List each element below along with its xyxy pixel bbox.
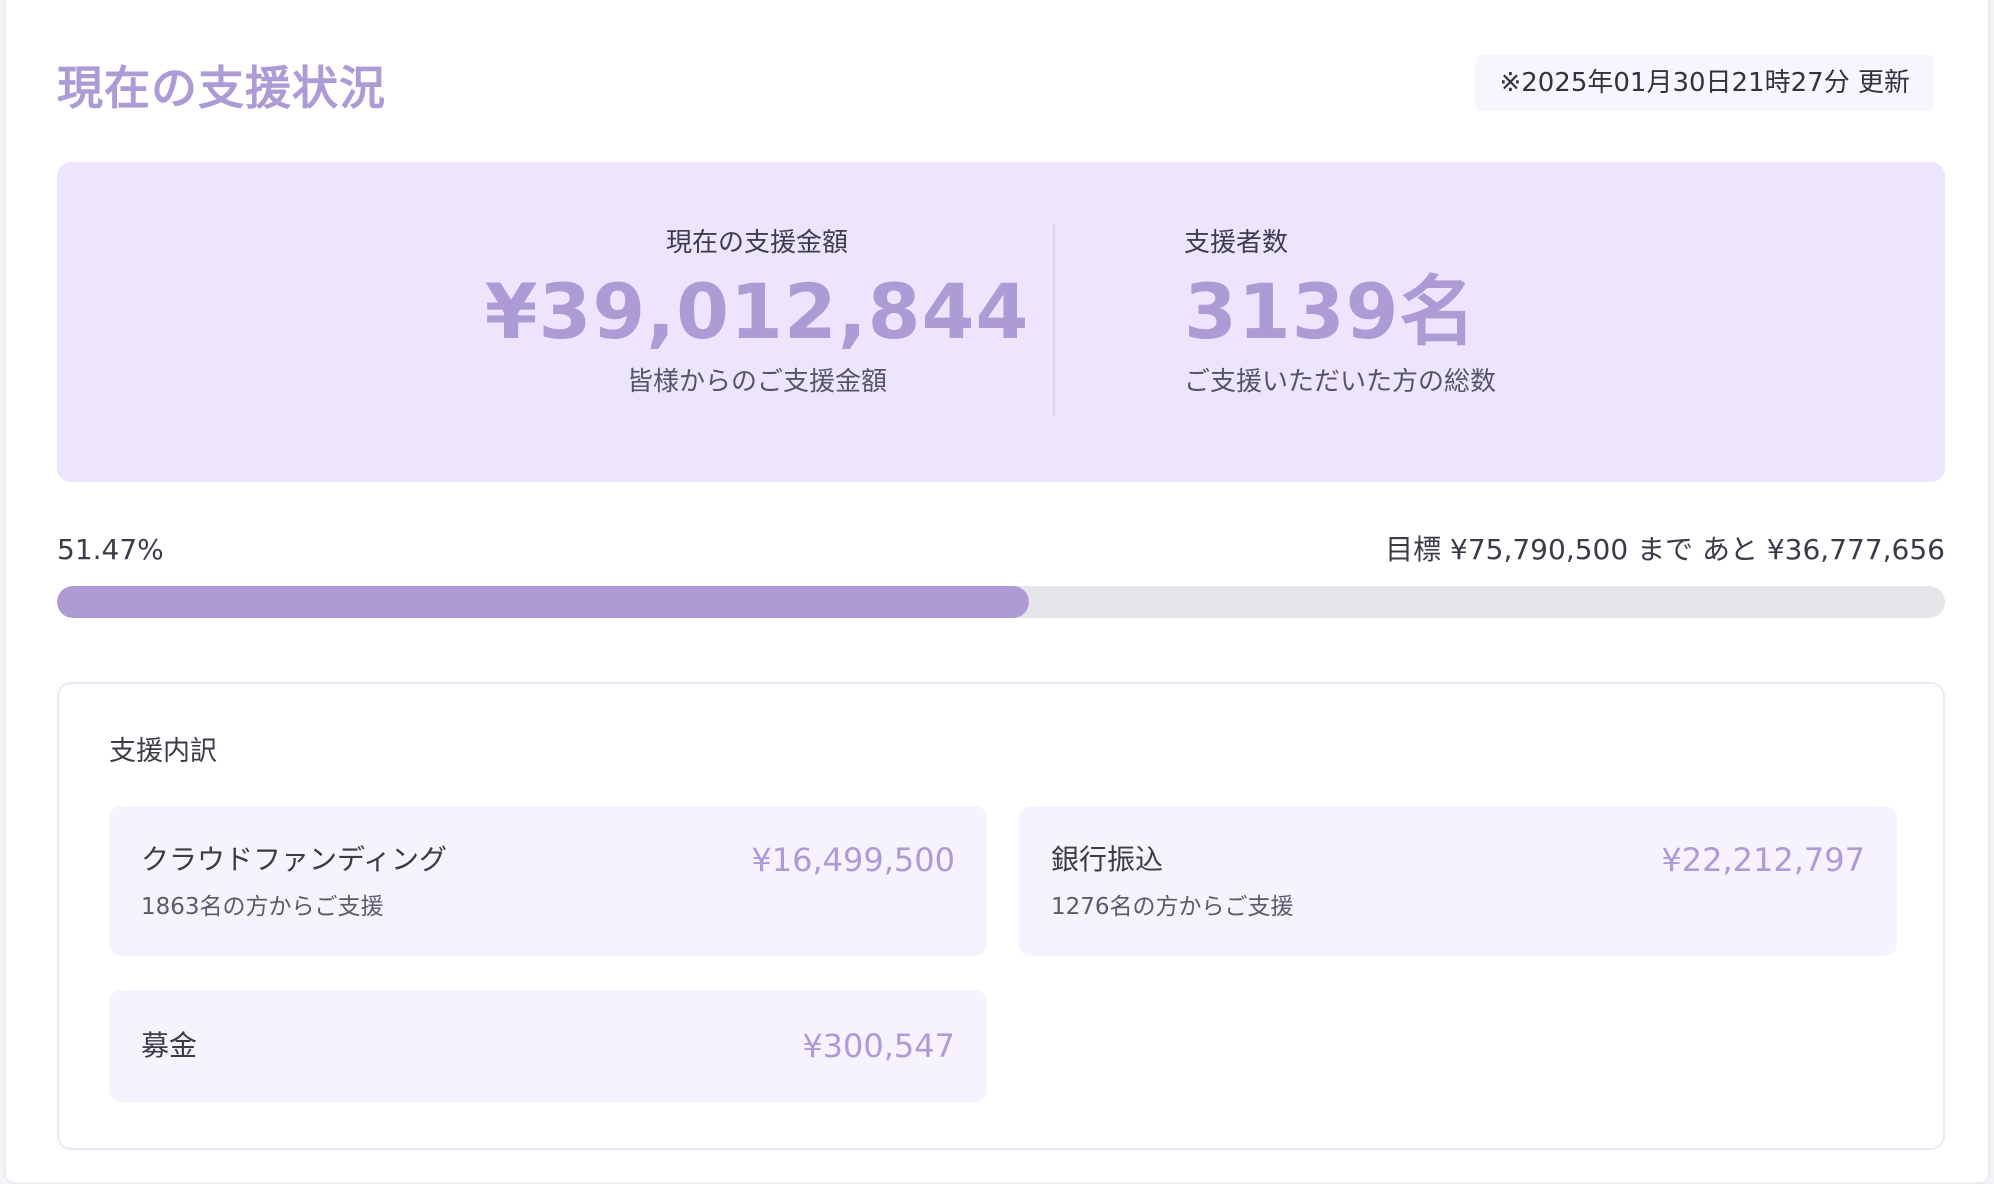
breakdown-item-amount: ¥16,499,500: [751, 841, 955, 879]
total-amount-stat: 現在の支援金額 ¥39,012,844 皆様からのご支援金額: [327, 224, 1187, 402]
breakdown-item-donation: 募金 ¥300,547: [109, 990, 987, 1102]
supporters-label: 支援者数: [1184, 228, 1289, 258]
progress-percent: 51.47%: [57, 533, 164, 566]
progress-bar: [57, 586, 1945, 618]
breakdown-title: 支援内訳: [109, 736, 217, 767]
progress-bar-fill: [57, 586, 1029, 618]
total-amount-value: ¥39,012,844: [484, 267, 1030, 356]
supporters-caption: ご支援いただいた方の総数: [1184, 367, 1497, 397]
support-status-card: 現在の支援状況 ※2025年01月30日21時27分 更新 現在の支援金額 ¥3…: [4, 0, 1990, 1184]
updated-timestamp-badge: ※2025年01月30日21時27分 更新: [1475, 55, 1934, 111]
breakdown-item-note: 1863名の方からご支援: [141, 894, 384, 920]
breakdown-item-note: 1276名の方からご支援: [1051, 894, 1294, 920]
total-amount-caption: 皆様からのご支援金額: [626, 367, 887, 397]
summary-divider: [1053, 224, 1055, 416]
breakdown-item-name: 募金: [141, 1029, 198, 1062]
total-amount-label: 現在の支援金額: [665, 228, 848, 258]
header: 現在の支援状況 ※2025年01月30日21時27分 更新: [57, 48, 1934, 115]
supporters-value: 3139名: [1184, 267, 1477, 356]
breakdown-item-name: クラウドファンディング: [141, 843, 448, 876]
breakdown-item-crowdfunding: クラウドファンディング ¥16,499,500 1863名の方からご支援: [109, 806, 987, 956]
breakdown-item-bank-transfer: 銀行振込 ¥22,212,797 1276名の方からご支援: [1019, 806, 1897, 956]
page-title: 現在の支援状況: [57, 61, 386, 115]
breakdown-item-amount: ¥300,547: [802, 1027, 955, 1065]
progress-goal-remaining: 目標 ¥75,790,500 まで あと ¥36,777,656: [1385, 533, 1945, 566]
supporters-stat: 支援者数 3139名 ご支援いただいた方の総数: [1184, 224, 1684, 402]
breakdown-panel: 支援内訳 クラウドファンディング ¥16,499,500 1863名の方からご支…: [57, 682, 1945, 1150]
breakdown-item-amount: ¥22,212,797: [1661, 841, 1865, 879]
breakdown-item-name: 銀行振込: [1051, 843, 1164, 876]
summary-panel: 現在の支援金額 ¥39,012,844 皆様からのご支援金額 支援者数 3139…: [57, 162, 1945, 482]
progress-labels: 51.47% 目標 ¥75,790,500 まで あと ¥36,777,656: [57, 530, 1945, 570]
